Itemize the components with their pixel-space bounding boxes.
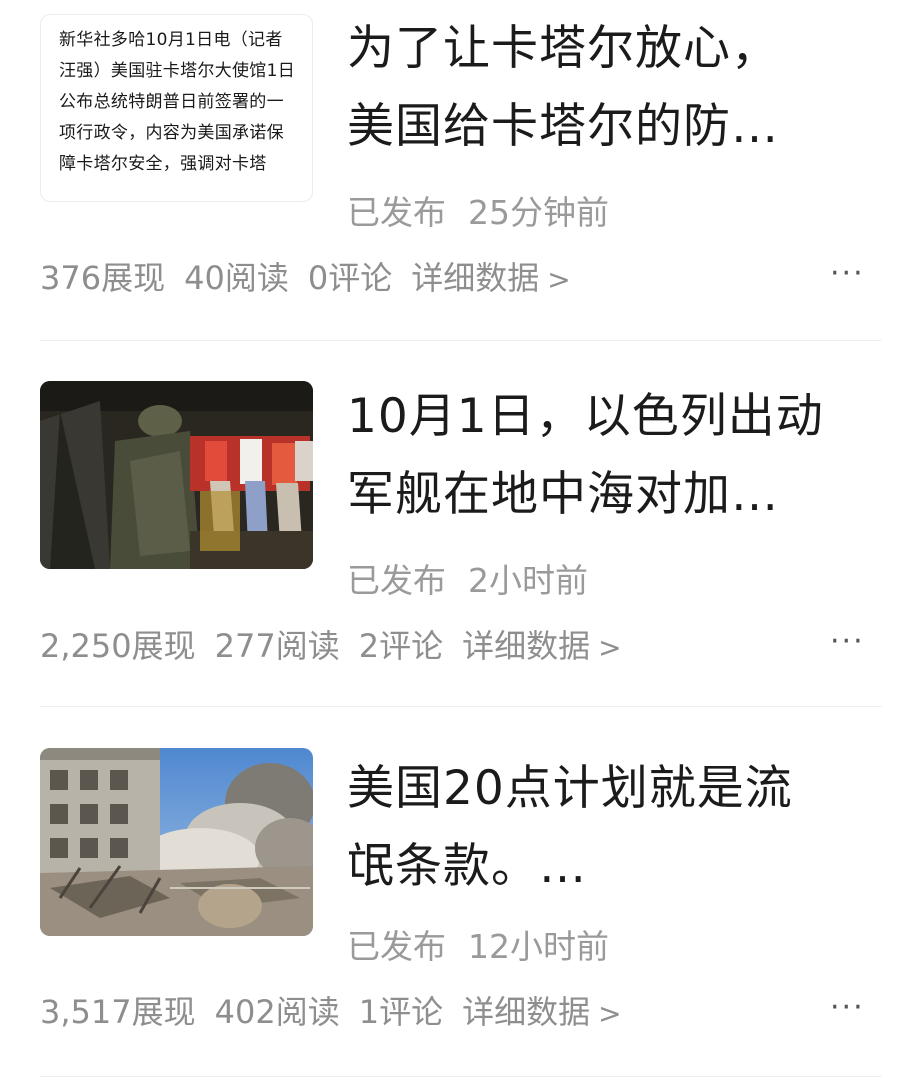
title-line: 军舰在地中海对加… xyxy=(347,467,779,522)
impressions-count: 376展现 xyxy=(40,259,166,297)
status-label: 已发布 xyxy=(347,927,446,966)
comments-count: 0评论 xyxy=(307,259,393,297)
divider xyxy=(40,1076,882,1077)
title-line: 美国给卡塔尔的防… xyxy=(347,99,779,154)
thumbnail-text: 新华社多哈10月1日电（记者汪强）美国驻卡塔尔大使馆1日公布总统特朗普日前签署的… xyxy=(59,30,296,174)
publish-time: 25分钟前 xyxy=(468,193,609,232)
article-stats: 376展现 40阅读 0评论 详细数据 > xyxy=(40,253,571,299)
warship-scene-image xyxy=(40,381,313,569)
title-line: 氓条款。… xyxy=(347,839,587,894)
more-options-icon[interactable]: ··· xyxy=(830,256,865,291)
more-options-icon[interactable]: ··· xyxy=(830,990,865,1025)
title-line: 美国20点计划就是流 xyxy=(347,761,793,816)
article-card[interactable]: 新华社多哈10月1日电（记者汪强）美国驻卡塔尔大使馆1日公布总统特朗普日前签署的… xyxy=(0,0,922,340)
title-line: 为了让卡塔尔放心， xyxy=(347,21,779,76)
publish-time: 2小时前 xyxy=(468,561,588,600)
reads-count: 402阅读 xyxy=(214,993,340,1031)
chevron-right-icon: > xyxy=(598,631,622,664)
article-card[interactable]: 美国20点计划就是流 氓条款。… 已发布 12小时前 3,517展现 402阅读 1评… xyxy=(0,706,922,1076)
detail-data-link[interactable]: 详细数据 > xyxy=(411,259,570,297)
publish-time: 12小时前 xyxy=(468,927,609,966)
publish-status: 已发布 25分钟前 xyxy=(347,186,609,234)
status-label: 已发布 xyxy=(347,561,446,600)
reads-count: 277阅读 xyxy=(214,627,340,665)
chevron-right-icon: > xyxy=(547,263,571,296)
destroyed-buildings-image xyxy=(40,748,313,936)
article-stats: 3,517展现 402阅读 1评论 详细数据 > xyxy=(40,987,622,1033)
article-thumbnail[interactable]: 新华社多哈10月1日电（记者汪强）美国驻卡塔尔大使馆1日公布总统特朗普日前签署的… xyxy=(40,14,313,202)
publish-status: 已发布 2小时前 xyxy=(347,554,588,602)
status-label: 已发布 xyxy=(347,193,446,232)
detail-data-label: 详细数据 xyxy=(462,627,591,665)
article-feed: 新华社多哈10月1日电（记者汪强）美国驻卡塔尔大使馆1日公布总统特朗普日前签署的… xyxy=(0,0,922,1088)
publish-status: 已发布 12小时前 xyxy=(347,920,609,968)
article-stats: 2,250展现 277阅读 2评论 详细数据 > xyxy=(40,621,622,667)
comments-count: 1评论 xyxy=(358,993,444,1031)
impressions-count: 3,517展现 xyxy=(40,993,196,1031)
comments-count: 2评论 xyxy=(358,627,444,665)
article-title[interactable]: 10月1日，以色列出动 军舰在地中海对加… xyxy=(347,378,887,534)
article-title[interactable]: 为了让卡塔尔放心， 美国给卡塔尔的防… xyxy=(347,10,887,166)
article-thumbnail[interactable] xyxy=(40,748,313,936)
detail-data-link[interactable]: 详细数据 > xyxy=(462,627,621,665)
title-line: 10月1日，以色列出动 xyxy=(347,389,824,444)
impressions-count: 2,250展现 xyxy=(40,627,196,665)
chevron-right-icon: > xyxy=(598,997,622,1030)
article-thumbnail[interactable] xyxy=(40,381,313,569)
article-title[interactable]: 美国20点计划就是流 氓条款。… xyxy=(347,750,887,906)
more-options-icon[interactable]: ··· xyxy=(830,624,865,659)
detail-data-label: 详细数据 xyxy=(411,259,540,297)
detail-data-label: 详细数据 xyxy=(462,993,591,1031)
article-card[interactable]: 10月1日，以色列出动 军舰在地中海对加… 已发布 2小时前 2,250展现 277… xyxy=(0,340,922,706)
detail-data-link[interactable]: 详细数据 > xyxy=(462,993,621,1031)
reads-count: 40阅读 xyxy=(184,259,289,297)
